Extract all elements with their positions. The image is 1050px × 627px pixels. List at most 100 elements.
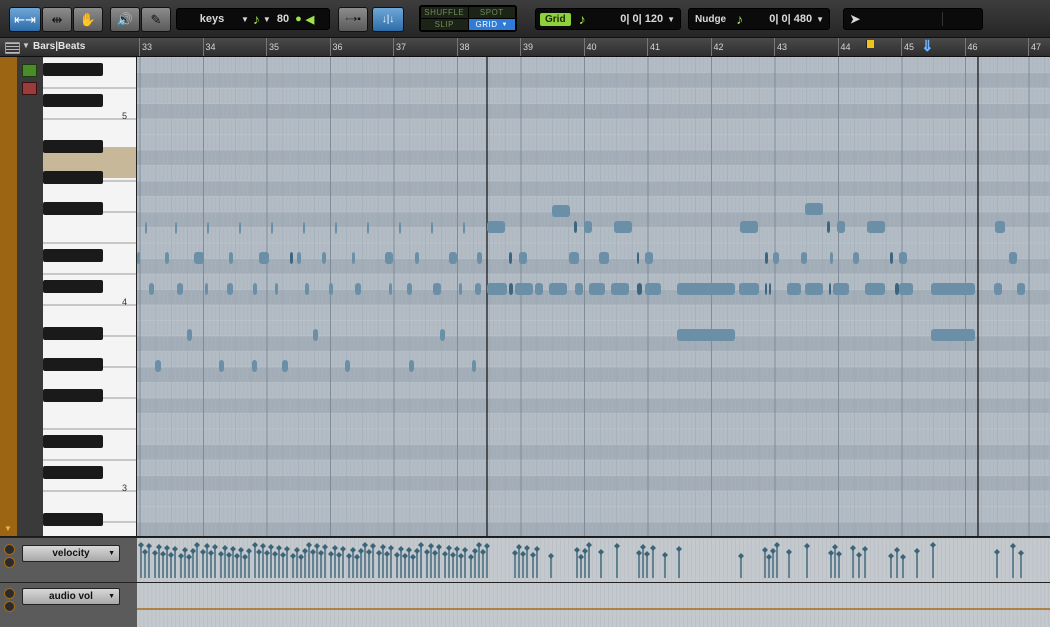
velocity-point[interactable] [252,542,258,548]
midi-note[interactable] [431,222,433,234]
mode-shuffle[interactable]: SHUFFLE [421,7,468,18]
velocity-point[interactable] [804,543,810,549]
timeline-ruler[interactable]: ▼ Bars|Beats 33 34 35 36 37 38 39 40 41 42 43 44 45 4… [0,38,1050,57]
audio-volume-lane[interactable] [137,582,1050,627]
chevron-down-icon[interactable]: ▼ [22,41,30,50]
lane-collapse-icon[interactable] [4,544,15,555]
midi-note[interactable] [219,360,224,372]
velocity-point[interactable] [142,549,148,555]
velocity-point[interactable] [994,549,1000,555]
black-key[interactable] [43,280,103,293]
scrub-tool-button[interactable]: 🔊 [110,7,140,32]
midi-note[interactable] [433,283,441,295]
velocity-point[interactable] [462,547,468,553]
grid-value-display[interactable]: Grid ♪ 0| 0| 120 ▼ [535,8,681,30]
velocity-point[interactable] [418,542,424,548]
velocity-point[interactable] [436,544,442,550]
velocity-point[interactable] [376,550,382,556]
midi-note[interactable] [239,222,241,234]
velocity-point[interactable] [186,554,192,560]
grid-label[interactable]: Grid [540,12,571,26]
track-name[interactable]: keys [183,13,241,25]
velocity-point[interactable] [402,553,408,559]
midi-note[interactable] [549,283,567,295]
grid-value[interactable]: 0| 0| 120 [620,13,663,25]
mode-grid[interactable]: GRID ▼ [468,19,515,30]
midi-note[interactable] [575,283,583,295]
midi-note[interactable] [252,360,257,372]
nudge-value[interactable]: 0| 0| 480 [769,13,812,25]
midi-note[interactable] [994,283,1002,295]
velocity-point[interactable] [644,551,650,557]
midi-note[interactable] [589,283,605,295]
velocity-point[interactable] [828,550,834,556]
velocity-point[interactable] [394,552,400,558]
midi-note[interactable] [271,222,273,234]
velocity-point[interactable] [450,552,456,558]
tab-to-transient-button[interactable]: ↓|↓ [372,7,404,32]
midi-note[interactable] [769,283,771,295]
midi-note[interactable] [765,283,767,295]
velocity-lane-icon[interactable] [22,82,37,95]
velocity-point[interactable] [332,545,338,551]
midi-note[interactable] [645,252,653,264]
nudge-label[interactable]: Nudge [695,14,726,25]
chevron-down-icon[interactable]: ▼ [4,524,12,533]
midi-note[interactable] [599,252,609,264]
midi-note[interactable] [899,283,913,295]
mirror-editing-button[interactable]: ◦⇢▪ [338,7,368,32]
midi-note[interactable] [867,221,885,233]
midi-note[interactable] [614,221,632,233]
midi-note[interactable] [487,283,507,295]
midi-note[interactable] [229,252,233,264]
midi-note[interactable] [194,252,204,264]
midi-note[interactable] [552,205,570,217]
midi-note[interactable] [805,283,823,295]
midi-note[interactable] [515,283,533,295]
velocity-point[interactable] [152,550,158,556]
velocity-point[interactable] [272,551,278,557]
velocity-point[interactable] [636,550,642,556]
playhead-arrow-icon[interactable]: ⇓ [921,39,934,54]
velocity-point[interactable] [284,546,290,552]
midi-note[interactable] [355,283,361,295]
midi-note[interactable] [584,221,592,233]
piano-roll-grid[interactable] [137,57,1050,536]
midi-note[interactable] [409,360,414,372]
velocity-point[interactable] [410,554,416,560]
midi-note[interactable] [865,283,885,295]
velocity-point[interactable] [900,554,906,560]
nudge-value-display[interactable]: Nudge ♪ 0| 0| 480 ▼ [688,8,830,30]
midi-note[interactable] [449,252,457,264]
midi-note[interactable] [611,283,629,295]
midi-note[interactable] [833,283,849,295]
velocity-point[interactable] [168,552,174,558]
midi-note[interactable] [313,329,318,341]
velocity-point[interactable] [428,543,434,549]
midi-note[interactable] [1017,283,1025,295]
velocity-point[interactable] [914,548,920,554]
velocity-point[interactable] [406,547,412,553]
velocity-point[interactable] [366,549,372,555]
velocity-point[interactable] [178,553,184,559]
audio-vol-lane-selector[interactable]: audio vol ▼ [22,588,120,605]
velocity-point[interactable] [172,546,178,552]
midi-note[interactable] [303,222,305,234]
velocity-point[interactable] [194,542,200,548]
velocity-point[interactable] [268,544,274,550]
velocity-point[interactable] [414,548,420,554]
velocity-point[interactable] [346,553,352,559]
black-key[interactable] [43,171,103,184]
midi-note[interactable] [322,252,326,264]
velocity-point[interactable] [468,554,474,560]
midi-note[interactable] [253,283,257,295]
marker-flag-icon[interactable] [866,40,874,48]
velocity-point[interactable] [424,549,430,555]
midi-note[interactable] [137,252,140,264]
midi-note[interactable] [305,283,309,295]
velocity-point[interactable] [388,545,394,551]
velocity-point[interactable] [160,551,166,557]
velocity-point[interactable] [582,548,588,554]
midi-note[interactable] [899,252,907,264]
velocity-point[interactable] [200,549,206,555]
